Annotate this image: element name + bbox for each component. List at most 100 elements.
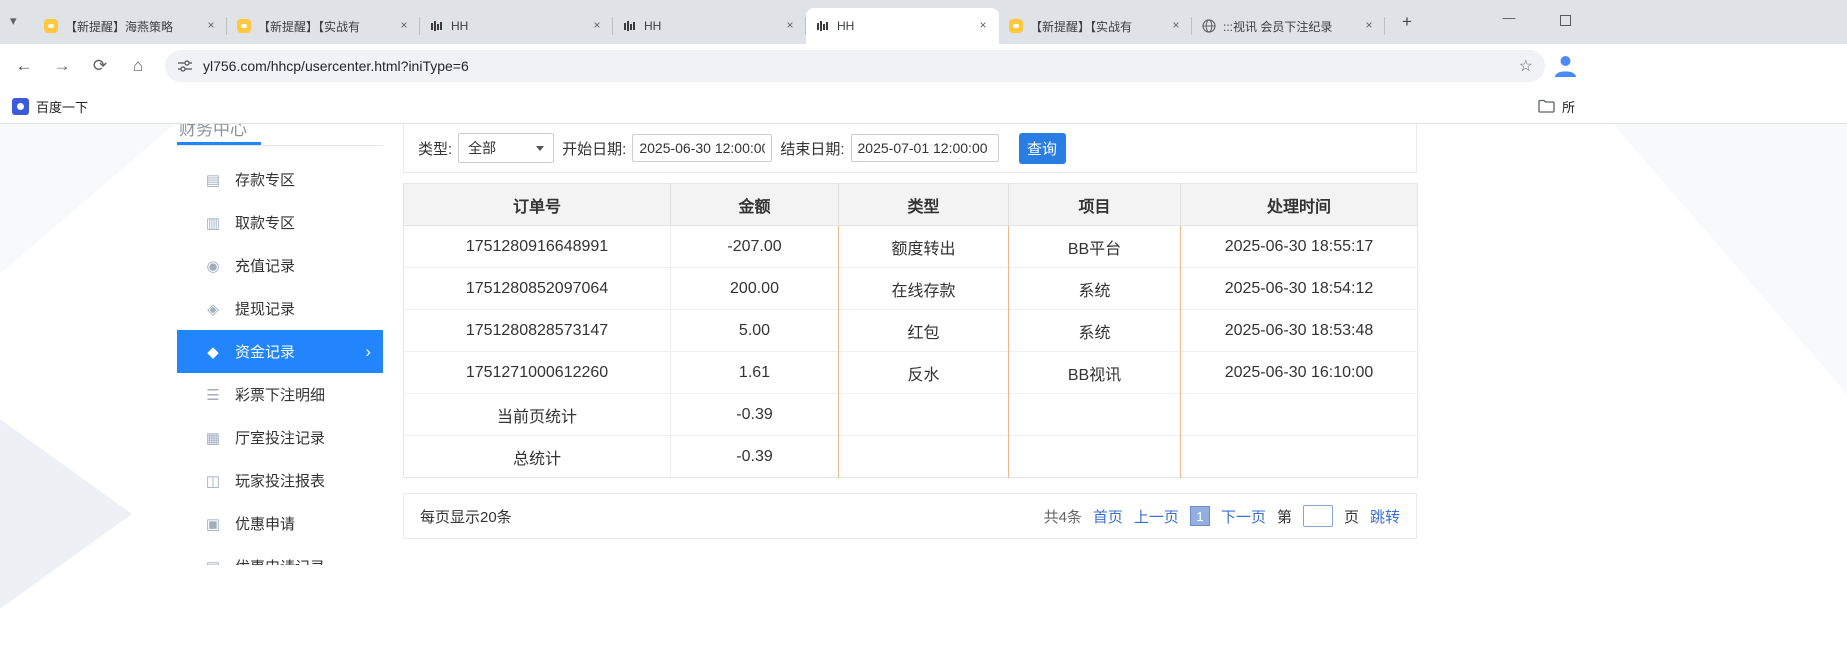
- sidebar-header-label: 财务中心: [179, 124, 247, 140]
- sidebar-item-deposit-zone[interactable]: ▤ 存款专区: [177, 158, 383, 201]
- deposit-card-icon: ▤: [204, 171, 222, 189]
- tab-label: 【新提醒】【实战有: [1030, 18, 1161, 35]
- background-decoration: [0, 419, 132, 609]
- table-row: 1751280852097064 200.00 在线存款 系统 2025-06-…: [404, 268, 1418, 310]
- total-count-label: 共4条: [1044, 506, 1082, 527]
- tab-strip: ▾ 【新提醒】海燕策略 × 【新提醒】【实战有 × HH × HH ×: [0, 0, 1847, 44]
- close-tab-icon[interactable]: ×: [975, 18, 991, 34]
- page-jump-input[interactable]: [1303, 505, 1333, 527]
- table-cell: [1009, 394, 1181, 436]
- close-tab-icon[interactable]: ×: [1168, 18, 1184, 34]
- bookmarks-bar: 百度一下 所: [0, 88, 1847, 124]
- forward-icon[interactable]: →: [50, 54, 74, 78]
- sidebar-item-label: 资金记录: [235, 341, 295, 362]
- table-row-total-stats: 总统计 -0.39: [404, 436, 1418, 478]
- sidebar-item-label: 优惠申请记录: [235, 556, 325, 565]
- type-select[interactable]: 全部: [458, 133, 554, 163]
- tab-search-chevron-icon[interactable]: ▾: [10, 13, 17, 29]
- baidu-favicon-icon: [12, 98, 29, 115]
- chat-favicon-icon: [44, 19, 58, 33]
- bookmark-baidu[interactable]: 百度一下: [6, 94, 94, 118]
- page-suffix-label: 页: [1344, 506, 1359, 527]
- sidebar-menu: ▤ 存款专区 ▥ 取款专区 ◉ 充值记录 ◈ 提现记录 ◆ 资金记录: [177, 158, 383, 565]
- sidebar-item-label: 存款专区: [235, 169, 295, 190]
- pager: 共4条 首页 上一页 1 下一页 第 页 跳转: [1044, 505, 1400, 527]
- bookmark-star-icon[interactable]: ☆: [1519, 56, 1533, 76]
- first-page-link[interactable]: 首页: [1093, 506, 1123, 527]
- close-tab-icon[interactable]: ×: [589, 18, 605, 34]
- header-order-no: 订单号: [404, 184, 671, 226]
- sidebar-item-player-bet-report[interactable]: ◫ 玩家投注报表: [177, 459, 383, 502]
- type-select-value: 全部: [468, 138, 496, 158]
- jump-link[interactable]: 跳转: [1370, 506, 1400, 527]
- promo-records-icon: ▤: [204, 558, 222, 566]
- table-cell: [1181, 394, 1418, 436]
- back-icon[interactable]: ←: [12, 54, 36, 78]
- hall-records-icon: ▦: [204, 429, 222, 447]
- reload-icon[interactable]: ⟳: [88, 54, 112, 78]
- browser-tab-7[interactable]: :::视讯 会员下注纪录 ×: [1192, 8, 1385, 44]
- sidebar-item-withdraw-zone[interactable]: ▥ 取款专区: [177, 201, 383, 244]
- sidebar-item-promo-apply-records[interactable]: ▤ 优惠申请记录: [177, 545, 383, 565]
- sidebar-item-promo-apply[interactable]: ▣ 优惠申请: [177, 502, 383, 545]
- home-icon[interactable]: ⌂: [126, 54, 150, 78]
- browser-tab-3[interactable]: HH ×: [420, 8, 613, 44]
- browser-tab-6[interactable]: 【新提醒】【实战有 ×: [999, 8, 1192, 44]
- table-cell: 系统: [1009, 310, 1181, 352]
- table-cell: 2025-06-30 16:10:00: [1181, 352, 1418, 394]
- pagination-footer: 每页显示20条 共4条 首页 上一页 1 下一页 第 页 跳转: [403, 493, 1417, 539]
- browser-tab-1[interactable]: 【新提醒】海燕策略 ×: [34, 8, 227, 44]
- start-date-input[interactable]: [632, 134, 772, 162]
- background-decoration: [0, 124, 175, 274]
- table-cell: 1751280852097064: [404, 268, 671, 310]
- window-minimize-button[interactable]: —: [1494, 10, 1524, 25]
- table-cell: [839, 436, 1009, 478]
- prev-page-link[interactable]: 上一页: [1134, 506, 1179, 527]
- sidebar-item-label: 厅室投注记录: [235, 427, 325, 448]
- close-tab-icon[interactable]: ×: [203, 18, 219, 34]
- sidebar: 财务中心 ▤ 存款专区 ▥ 取款专区 ◉ 充值记录 ◈ 提现: [177, 124, 383, 565]
- sidebar-item-recharge-records[interactable]: ◉ 充值记录: [177, 244, 383, 287]
- new-tab-button[interactable]: +: [1395, 11, 1419, 35]
- table-cell: [1181, 436, 1418, 478]
- main-content: 类型: 全部 开始日期: 结束日期: 查询 订单号: [403, 124, 1417, 539]
- table-cell: 总统计: [404, 436, 671, 478]
- browser-tab-4[interactable]: HH ×: [613, 8, 806, 44]
- table-header-row: 订单号 金额 类型 项目 处理时间: [404, 184, 1418, 226]
- lottery-list-icon: ☰: [204, 386, 222, 404]
- sidebar-item-lottery-bet-details[interactable]: ☰ 彩票下注明细: [177, 373, 383, 416]
- sidebar-item-funds-records[interactable]: ◆ 资金记录 ›: [177, 330, 383, 373]
- close-tab-icon[interactable]: ×: [782, 18, 798, 34]
- table-cell: 2025-06-30 18:53:48: [1181, 310, 1418, 352]
- table-row-page-stats: 当前页统计 -0.39: [404, 394, 1418, 436]
- tab-label: HH: [837, 19, 968, 33]
- address-bar[interactable]: yl756.com/hhcp/usercenter.html?iniType=6…: [165, 50, 1545, 82]
- end-date-input[interactable]: [851, 134, 999, 162]
- tab-label: HH: [451, 19, 582, 33]
- next-page-link[interactable]: 下一页: [1221, 506, 1266, 527]
- site-info-tune-icon[interactable]: [177, 58, 193, 74]
- query-button[interactable]: 查询: [1019, 133, 1066, 164]
- window-maximize-button[interactable]: [1560, 15, 1571, 26]
- end-date-label: 结束日期:: [780, 138, 844, 159]
- table-cell: 1751271000612260: [404, 352, 671, 394]
- header-amount: 金额: [671, 184, 839, 226]
- close-tab-icon[interactable]: ×: [396, 18, 412, 34]
- withdrawal-icon: ◈: [204, 300, 222, 318]
- bookmarks-folder[interactable]: 所: [1532, 94, 1581, 118]
- table-cell: [839, 394, 1009, 436]
- table-cell: 2025-06-30 18:54:12: [1181, 268, 1418, 310]
- sidebar-item-label: 优惠申请: [235, 513, 295, 534]
- per-page-label: 每页显示20条: [420, 506, 512, 527]
- profile-avatar-icon[interactable]: [1552, 52, 1579, 79]
- sidebar-item-label: 提现记录: [235, 298, 295, 319]
- close-tab-icon[interactable]: ×: [1361, 18, 1377, 34]
- page-prefix-label: 第: [1277, 506, 1292, 527]
- browser-tab-2[interactable]: 【新提醒】【实战有 ×: [227, 8, 420, 44]
- table-cell: -0.39: [671, 436, 839, 478]
- sidebar-item-hall-bet-records[interactable]: ▦ 厅室投注记录: [177, 416, 383, 459]
- table-cell: 2025-06-30 18:55:17: [1181, 226, 1418, 268]
- current-page-badge[interactable]: 1: [1190, 506, 1210, 526]
- browser-tab-5-active[interactable]: HH ×: [806, 8, 999, 44]
- sidebar-item-withdrawal-records[interactable]: ◈ 提现记录: [177, 287, 383, 330]
